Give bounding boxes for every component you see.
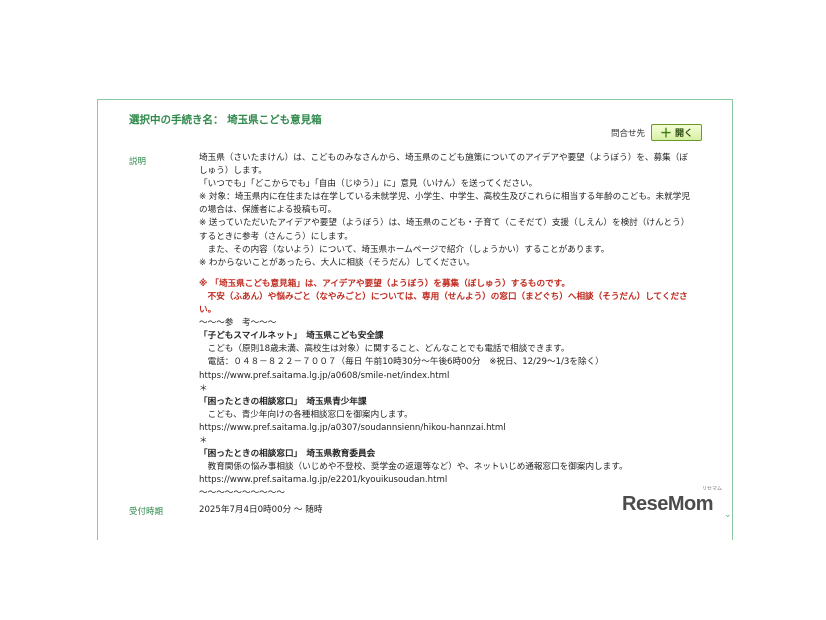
reference-title: 「子どもスマイルネット」 埼玉県こども安全課 [199,331,384,342]
description-body: 埼玉県（さいたまけん）は、こどものみなさんから、埼玉県のこども施策についてのアイ… [199,152,699,500]
description-line: 埼玉県（さいたまけん）は、こどものみなさんから、埼玉県のこども施策についてのアイ… [199,153,688,163]
reference-title: 「困ったときの相談窓口」 埼玉県教育委員会 [199,449,376,460]
reference-text: 教育関係の悩み事相談（いじめや不登校、奨学金の返還等など）や、ネットいじめ通報窓… [199,462,628,473]
separator: ＊ [199,435,208,446]
reference-text: こども、青少年向けの各種相談窓口を御案内します。 [199,409,413,420]
contact-open-button[interactable]: ＋ 開く [650,124,702,141]
description-line: するときに参考（さんこう）にします。 [199,231,353,242]
logo-ruby: リセマム [702,486,723,492]
warning-line: い。 [199,305,217,316]
description-line: しゅう）します。 [199,166,267,177]
reference-title: 「困ったときの相談窓口」 埼玉県青少年課 [199,396,367,407]
resemom-logo: リセマム ReseMom [622,486,726,521]
reception-label: 受付時期 [129,507,164,517]
logo-text: ReseMom [622,493,713,515]
page: 選択中の手続き名： 埼玉県こども意見箱 問合せ先 ＋ 開く 説明 埼玉県（さいた… [0,0,826,620]
contact-row: 問合せ先 ＋ 開く [611,124,702,141]
description-line: 「いつでも」「どこからでも」「自由（じゆう）」に」意見（いけん）を送ってください… [199,179,538,190]
reception-value: 2025年7月4日0時00分 〜 随時 [199,505,323,515]
reference-header: 〜〜〜参 考〜〜〜 [199,318,277,329]
description-line: また、その内容（ないよう）について、埼玉県ホームページで紹介（しょうかい）するこ… [199,244,610,255]
warning-line: 不安（ふあん）や悩みごと（なやみごと）については、専用（せんよう）の窓口（まどぐ… [199,291,688,302]
description-line: ※ 対象：埼玉県内に在住または在学している未就学児、小学生、中学生、高校生及びこ… [199,192,690,203]
separator: ＊ [199,383,208,394]
description-line: の場合は、保護者による投稿も可。 [199,205,337,216]
reference-url: https://www.pref.saitama.lg.jp/a0307/sou… [199,422,506,433]
reference-url: https://www.pref.saitama.lg.jp/a0608/smi… [199,370,450,381]
warning-line: ※ 「埼玉県こども意見箱」は、アイデアや要望（ようぼう）を募集（ぼしゅう）するも… [199,278,570,289]
plus-icon: ＋ [659,125,672,140]
procedure-panel: 選択中の手続き名： 埼玉県こども意見箱 問合せ先 ＋ 開く 説明 埼玉県（さいた… [97,99,733,540]
open-button-label: 開く [674,129,693,139]
reference-url: https://www.pref.saitama.lg.jp/e2201/kyo… [199,475,448,486]
contact-label: 問合せ先 [610,128,645,139]
description-line: ※ 送っていただいたアイデアや要望（ようぼう）は、埼玉県のこども・子育て（こそだ… [199,218,690,229]
description-label: 説明 [129,157,147,167]
description-line: ※ わからないことがあったら、大人に相談（そうだん）してください。 [199,257,475,268]
reference-text: 電話：０４８－８２２－７００７（毎日 午前10時30分〜午後6時00分 ※祝日、… [199,357,604,368]
procedure-title: 選択中の手続き名： 埼玉県こども意見箱 [129,114,322,126]
reference-text: こども（原則18歳未満、高校生は対象）に関すること、どんなことでも電話で相談でき… [199,344,570,355]
